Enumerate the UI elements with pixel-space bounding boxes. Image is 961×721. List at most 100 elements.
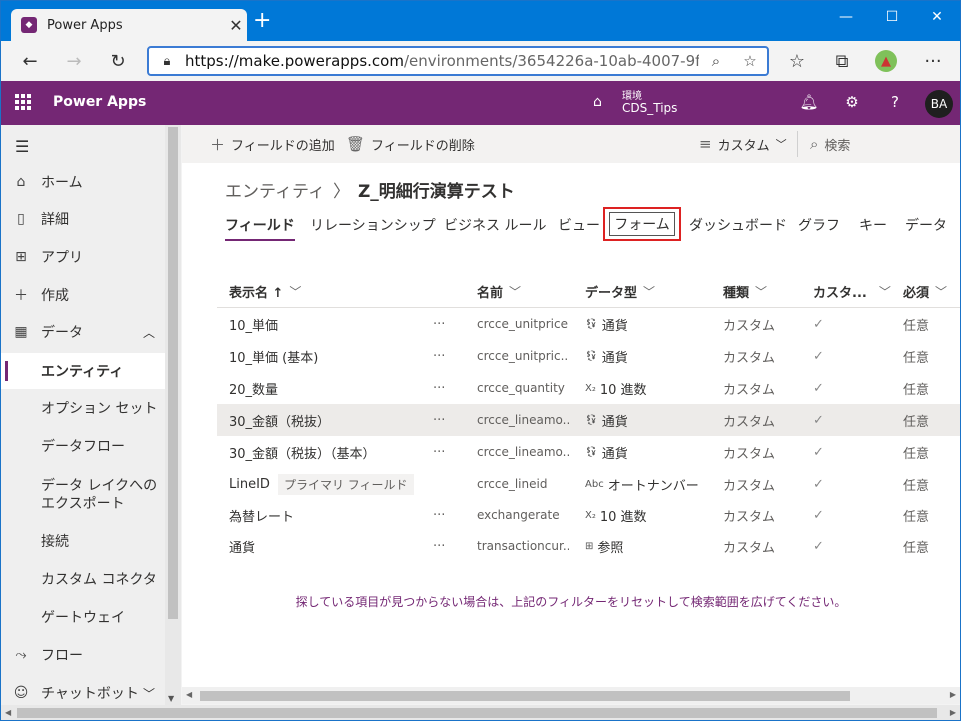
scroll-down-icon[interactable]: ▼ [168,694,174,703]
scrollbar-thumb[interactable] [17,708,937,718]
table-row[interactable]: LineID プライマリ フィールド crcce_lineid Abc オートナンバ… [217,468,960,500]
page-horizontal-scrollbar[interactable]: ◀ ▶ [1,705,960,720]
field-display-name[interactable]: 通貨 [229,530,429,562]
close-tab-icon[interactable]: ✕ [225,16,247,35]
apps-icon: ⊞ [15,249,27,265]
table-row[interactable]: 為替レート ··· exchangerate X₂ 10 進数 カスタム ✓ 任意 [217,499,960,531]
more-options-icon[interactable]: ··· [433,308,453,340]
favorite-star-icon[interactable]: ☆ [733,52,767,70]
help-icon[interactable]: ? [885,93,905,111]
column-kind[interactable]: 種類 ﹀ [723,275,767,308]
avatar[interactable]: BA [925,90,953,118]
nav-custom-connectors[interactable]: カスタム コネクタ [1,561,165,597]
view-selector[interactable]: ≡ カスタム ﹀ [699,125,787,163]
field-display-text[interactable]: LineID [229,477,270,492]
nav-gateways[interactable]: ゲートウェイ [1,599,165,635]
more-options-icon[interactable]: ··· [433,404,453,436]
tab-business-rules[interactable]: ビジネス ルール [444,215,546,241]
more-options-icon[interactable]: ··· [433,499,453,531]
tab-views[interactable]: ビュー [558,215,600,241]
maximize-icon[interactable]: ☐ [869,1,915,33]
field-display-name[interactable]: LineID プライマリ フィールド [229,468,429,500]
scroll-right-icon[interactable]: ▶ [950,708,956,717]
tab-dashboards[interactable]: ダッシュボード [689,215,787,241]
sidebar-scrollbar[interactable]: ▼ [165,125,181,705]
scrollbar-thumb[interactable] [168,127,178,619]
scroll-left-icon[interactable]: ◀ [186,690,192,699]
refresh-icon[interactable]: ↻ [106,49,130,73]
tab-keys[interactable]: キー [859,215,887,241]
address-bar[interactable]: 🔒︎ https://make.powerapps.com/environmen… [147,46,769,76]
tab-charts[interactable]: グラフ [798,215,840,241]
more-menu-icon[interactable]: ··· [921,49,945,73]
delete-field-button[interactable]: 🗑︎ フィールドの削除 [346,125,475,163]
field-display-name[interactable]: 30_金額（税抜）（基本） [229,436,429,468]
field-display-name[interactable]: 20_数量 [229,372,429,404]
nav-learn[interactable]: ▯ 詳細 [1,201,165,237]
field-display-name[interactable]: 10_単価 [229,308,429,340]
nav-option-sets[interactable]: オプション セット [1,390,165,426]
tab-forms[interactable]: フォーム [609,212,675,236]
collections-icon[interactable]: ⧉ [830,49,854,73]
profile-icon[interactable]: ▲ [875,50,897,72]
field-required: 任意 [903,414,930,430]
field-display-name[interactable]: 30_金額（税抜） [229,404,429,436]
add-field-button[interactable]: ＋ フィールドの追加 [210,125,335,163]
scrollbar-thumb[interactable] [200,691,850,701]
table-row[interactable]: 30_金額（税抜）（基本） ··· crcce_lineamo... 💱︎ 通貨 … [217,436,960,468]
field-kind: カスタム [723,478,776,494]
scroll-left-icon[interactable]: ◀ [5,708,11,717]
nav-dataflows[interactable]: データフロー [1,428,165,464]
column-name[interactable]: 名前 ﹀ [477,275,521,308]
more-options-icon[interactable]: ··· [433,530,453,562]
notification-bell-icon[interactable]: 🔔︎ [799,93,819,111]
nav-data[interactable]: ▦ データ ︿ [1,314,165,350]
zoom-icon[interactable]: ⌕ [699,52,733,70]
table-row[interactable]: 10_単価 ··· crcce_unitprice 💱︎ 通貨 カスタム ✓ 任意 [217,308,960,340]
browser-tab[interactable]: ◆ Power Apps ✕ [11,9,247,41]
settings-gear-icon[interactable]: ⚙ [842,93,862,111]
table-row[interactable]: 10_単価 (基本) ··· crcce_unitpric... 💱︎ 通貨 カス… [217,340,960,372]
scroll-right-icon[interactable]: ▶ [950,690,956,699]
column-display-name[interactable]: 表示名 ↑ ﹀ [229,275,301,308]
environment-name[interactable]: CDS_Tips [622,101,677,115]
forward-icon[interactable]: → [62,49,86,73]
field-display-name[interactable]: 10_単価 (基本) [229,340,429,372]
nav-create[interactable]: ＋ 作成 [1,277,165,313]
app-name[interactable]: Power Apps [53,94,146,110]
table-row[interactable]: 20_数量 ··· crcce_quantity X₂ 10 進数 カスタム ✓ … [217,372,960,404]
field-kind: カスタム [723,382,776,398]
nav-apps[interactable]: ⊞ アプリ [1,239,165,275]
column-data-type[interactable]: データ型 ﹀ [585,275,655,308]
nav-flows[interactable]: ⤳ フロー [1,637,165,673]
minimize-icon[interactable]: — [823,1,869,33]
column-customizable[interactable]: カスタ... ﹀ [813,275,891,308]
chevron-down-icon[interactable]: ﹀ [143,685,155,702]
nav-connections[interactable]: 接続 [1,523,165,559]
breadcrumb-entities[interactable]: エンティティ [225,177,325,202]
more-options-icon[interactable]: ··· [433,372,453,404]
table-row[interactable]: 通貨 ··· transactioncur... ⊞ 参照 カスタム ✓ 任意 [217,530,960,562]
hamburger-icon[interactable]: ☰ [15,137,29,156]
nav-home[interactable]: ⌂ ホーム [1,164,165,200]
tab-relationships[interactable]: リレーションシップ [310,215,436,241]
favorites-icon[interactable]: ☆ [785,49,809,73]
nav-entities[interactable]: エンティティ [1,353,165,389]
table-row[interactable]: 30_金額（税抜） ··· crcce_lineamo... 💱︎ 通貨 カスタム… [217,404,960,436]
search-box[interactable]: ⌕ 検索 [810,125,850,163]
chevron-up-icon[interactable]: ︿ [143,324,155,341]
nav-export-to-data-lake[interactable]: データ レイクへのエクスポート [1,473,165,517]
more-options-icon[interactable]: ··· [433,340,453,372]
field-display-name[interactable]: 為替レート [229,499,429,531]
close-window-icon[interactable]: ✕ [914,1,960,33]
new-tab-icon[interactable]: + [253,10,271,32]
back-icon[interactable]: ← [18,49,42,73]
tab-fields[interactable]: フィールド [225,215,295,241]
waffle-icon[interactable] [15,94,31,110]
check-icon: ✓ [813,538,824,554]
environment-icon[interactable]: ⌂ [593,94,602,110]
tab-data[interactable]: データ [905,215,947,241]
column-required[interactable]: 必須 ﹀ [903,275,947,308]
more-options-icon[interactable]: ··· [433,436,453,468]
horizontal-scrollbar[interactable]: ◀ ▶ [182,687,960,704]
